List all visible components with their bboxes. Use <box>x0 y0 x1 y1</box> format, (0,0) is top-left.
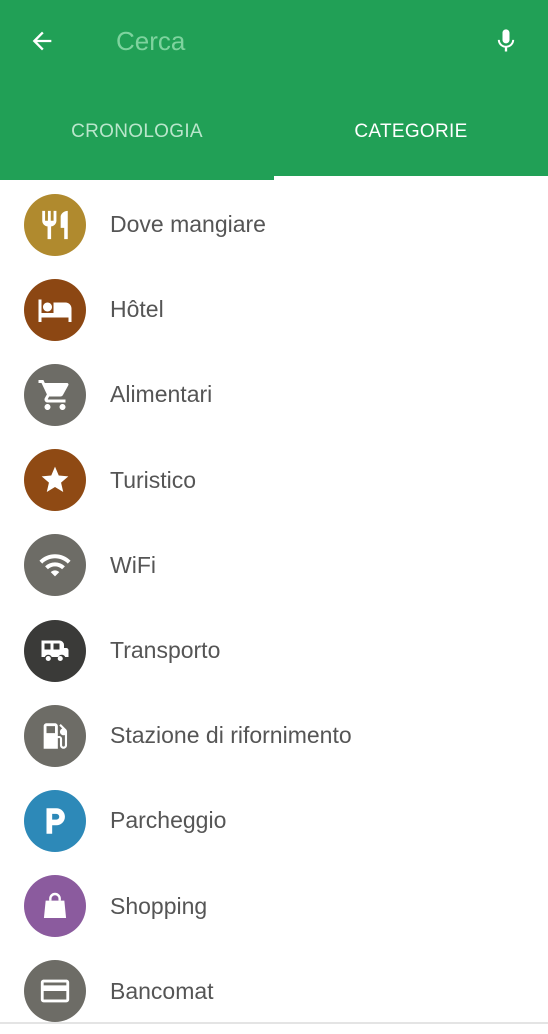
back-button[interactable] <box>22 21 62 61</box>
shopping-bag-icon <box>43 892 67 919</box>
category-label: Stazione di rifornimento <box>110 722 352 749</box>
category-item-hotel[interactable]: Hôtel <box>0 267 548 352</box>
category-item-dove-mangiare[interactable]: Dove mangiare <box>0 182 548 267</box>
shopping-cart-icon <box>38 379 69 410</box>
category-label: Dove mangiare <box>110 211 266 238</box>
category-icon-circle <box>24 534 86 597</box>
app-header: CRONOLOGIA CATEGORIE <box>0 0 548 180</box>
star-icon <box>41 466 69 493</box>
bed-icon <box>38 299 72 322</box>
voice-search-button[interactable] <box>486 21 526 61</box>
category-label: Transporto <box>110 637 221 664</box>
bus-icon <box>41 640 69 661</box>
category-icon-circle <box>24 789 86 852</box>
credit-card-icon <box>40 979 70 1003</box>
category-item-stazione-di-rifornimento[interactable]: Stazione di rifornimento <box>0 693 548 778</box>
category-icon-circle <box>24 960 86 1023</box>
arrow-left-icon <box>32 31 52 51</box>
tab-label: CRONOLOGIA <box>71 121 203 142</box>
category-item-shopping[interactable]: Shopping <box>0 864 548 949</box>
parking-icon <box>46 808 65 834</box>
category-item-wifi[interactable]: WiFi <box>0 523 548 608</box>
tab-categorie[interactable]: CATEGORIE <box>274 90 548 180</box>
category-label: WiFi <box>110 551 156 578</box>
active-tab-indicator <box>274 176 548 180</box>
tab-bar: CRONOLOGIA CATEGORIE <box>0 90 548 180</box>
category-label: Bancomat <box>110 977 214 1004</box>
category-label: Shopping <box>110 892 208 919</box>
fuel-pump-icon <box>43 722 68 749</box>
category-label: Alimentari <box>110 381 213 408</box>
category-list: Dove mangiare Hôtel Alimentari Turistico <box>0 182 548 1034</box>
category-item-alimentari[interactable]: Alimentari <box>0 352 548 437</box>
category-icon-circle <box>24 619 86 682</box>
search-input[interactable] <box>112 18 470 64</box>
fork-knife-icon <box>42 210 68 239</box>
microphone-icon <box>497 29 515 52</box>
category-icon-circle <box>24 875 86 938</box>
category-icon-circle <box>24 278 86 341</box>
tab-cronologia[interactable]: CRONOLOGIA <box>0 90 274 180</box>
category-icon-circle <box>24 193 86 256</box>
category-item-turistico[interactable]: Turistico <box>0 438 548 523</box>
category-icon-circle <box>24 704 86 767</box>
category-item-parcheggio[interactable]: Parcheggio <box>0 778 548 863</box>
category-item-transporto[interactable]: Transporto <box>0 608 548 693</box>
wifi-icon <box>39 554 71 577</box>
category-label: Parcheggio <box>110 807 227 834</box>
category-label: Hôtel <box>110 296 164 323</box>
tab-label: CATEGORIE <box>354 121 468 142</box>
category-icon-circle <box>24 363 86 426</box>
category-icon-circle <box>24 449 86 512</box>
category-label: Turistico <box>110 466 197 493</box>
